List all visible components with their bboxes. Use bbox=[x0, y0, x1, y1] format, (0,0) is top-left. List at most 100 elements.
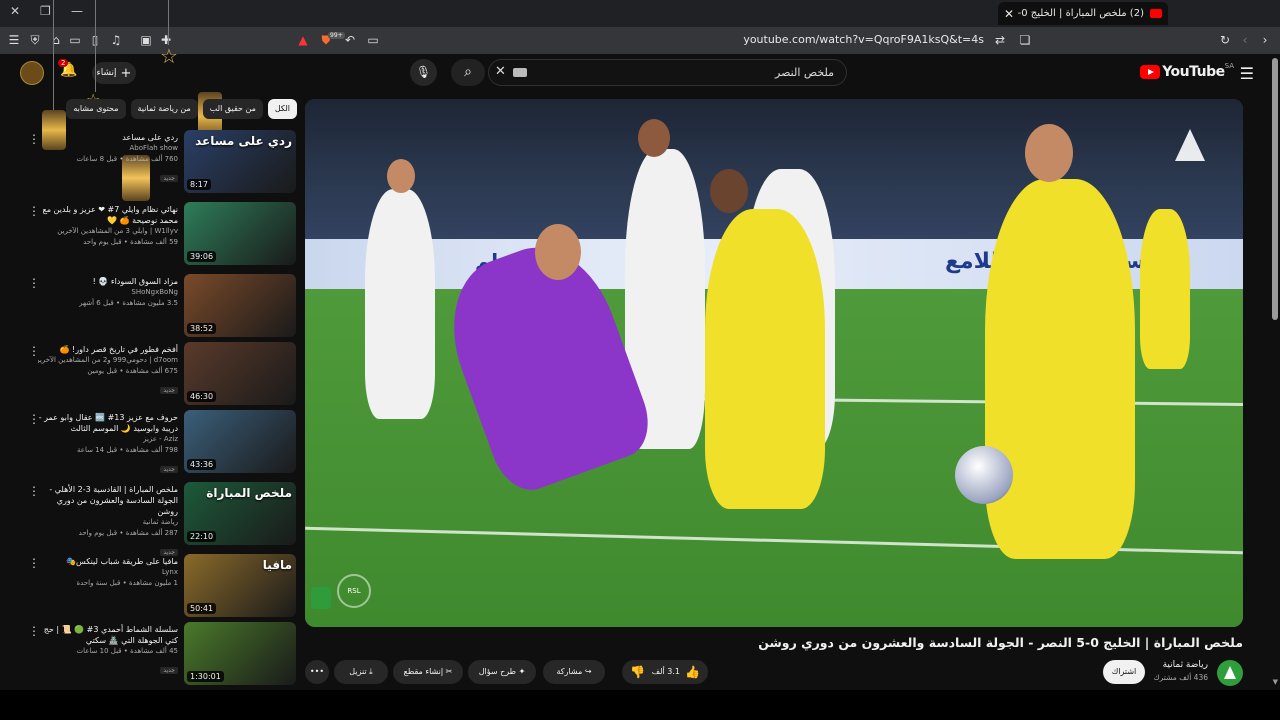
channel-name[interactable]: W1llyv | وايلي 3 من المشاهدين الآخرين bbox=[38, 226, 178, 237]
page-scrollbar[interactable] bbox=[1272, 58, 1278, 320]
channel-name[interactable]: d7oom | دحومي999 و2 من المشاهدين الآخرين bbox=[38, 355, 178, 366]
more-options-icon[interactable]: ⋮ bbox=[28, 556, 40, 570]
recommendation-item[interactable]: 38:52 مزاد السوق السوداء 💀 ! SHoNgxBoNg 3.5… bbox=[22, 274, 296, 338]
minimize-window-icon[interactable]: — bbox=[71, 4, 83, 18]
dislike-icon[interactable]: 👎 bbox=[630, 660, 645, 684]
bookmark-icon[interactable]: ❏ bbox=[1017, 32, 1033, 48]
video-thumbnail[interactable]: 46:30 bbox=[184, 342, 296, 405]
more-options-icon[interactable]: ⋮ bbox=[28, 204, 40, 218]
reload-icon[interactable]: ↻ bbox=[1217, 32, 1233, 48]
tab-icon[interactable]: ▭ bbox=[67, 32, 83, 48]
video-title[interactable]: مزاد السوق السوداء 💀 ! bbox=[38, 276, 178, 287]
cast-icon[interactable]: ▭ bbox=[365, 32, 381, 48]
channel-name[interactable]: AboFlah show bbox=[38, 143, 178, 154]
video-title[interactable]: ملخص المباراة | القادسية 3-2 الأهلي - ال… bbox=[38, 484, 178, 517]
search-button[interactable]: ⌕ bbox=[451, 59, 485, 86]
notifications-button[interactable]: 🔔 2 bbox=[58, 59, 77, 78]
subscribe-button[interactable]: اشتراك bbox=[1103, 660, 1145, 684]
video-player[interactable]: الإسم العقاري اللامع حياتك تعلم RSL bbox=[305, 99, 1243, 627]
site-settings-icon[interactable]: ⇄ bbox=[992, 32, 1008, 48]
video-thumbnail[interactable]: ردي على مساعد 8:17 bbox=[184, 130, 296, 193]
back-icon[interactable]: › bbox=[1257, 32, 1273, 48]
channel-name[interactable]: Lynx bbox=[38, 567, 178, 578]
video-thumbnail[interactable]: مافيا 50:41 bbox=[184, 554, 296, 617]
recommendation-item[interactable]: ردي على مساعد 8:17 ردي على مساعد AboFlah sh… bbox=[22, 130, 296, 194]
close-tab-icon[interactable]: ✕ bbox=[1004, 7, 1014, 21]
video-title[interactable]: مافيا على طريقة شباب لينكس🎭 bbox=[38, 556, 178, 567]
view-count: 59 ألف مشاهدة bbox=[130, 238, 178, 246]
more-options-icon[interactable]: ⋮ bbox=[28, 412, 40, 426]
download-button[interactable]: ⤓ تنزيل bbox=[334, 660, 388, 684]
voice-search-button[interactable]: 🎙 bbox=[410, 59, 437, 86]
more-options-icon[interactable]: ⋮ bbox=[28, 484, 40, 498]
scroll-up-icon[interactable]: ▲ bbox=[1273, 57, 1278, 65]
rsl-logo: RSL bbox=[337, 574, 371, 608]
chip-channel[interactable]: من رياضة ثمانية bbox=[130, 99, 198, 119]
channel-name[interactable]: SHoNgxBoNg bbox=[38, 287, 178, 298]
create-button[interactable]: إنشاء + bbox=[92, 62, 136, 84]
more-options-icon[interactable]: ⋮ bbox=[28, 132, 40, 146]
share-button[interactable]: ↪ مشاركة bbox=[543, 660, 605, 684]
clear-search-icon[interactable]: ✕ bbox=[495, 64, 506, 79]
undo-icon[interactable]: ↶ bbox=[342, 32, 358, 48]
scroll-down-icon[interactable]: ▼ bbox=[1273, 678, 1278, 686]
channel-avatar[interactable] bbox=[1217, 660, 1243, 686]
video-title[interactable]: ردي على مساعد bbox=[38, 132, 178, 143]
shield-icon[interactable]: ⛨ bbox=[27, 32, 43, 48]
upload-age: قبل يوم واحد bbox=[83, 238, 122, 246]
view-count: 287 ألف مشاهدة bbox=[125, 529, 178, 537]
channel-name[interactable]: رياضة ثمانية bbox=[38, 517, 178, 528]
video-meta: ملخص المباراة | القادسية 3-2 الأهلي - ال… bbox=[38, 484, 178, 558]
star-ornament-icon: ☆ bbox=[160, 44, 178, 68]
like-icon[interactable]: 👍 bbox=[685, 660, 700, 684]
keyboard-icon[interactable] bbox=[513, 68, 527, 77]
search-input[interactable]: ملخص النصر ✕ bbox=[488, 59, 847, 86]
video-title[interactable]: سلسلة الشماط أحمدي 3# 🟢 📜 | حج كتي الجوه… bbox=[38, 624, 178, 646]
account-avatar[interactable] bbox=[20, 61, 44, 85]
more-options-icon[interactable]: ⋮ bbox=[28, 624, 40, 638]
video-thumbnail[interactable]: ملخص المباراة 22:10 bbox=[184, 482, 296, 545]
video-thumbnail[interactable]: 39:06 bbox=[184, 202, 296, 265]
recommendation-item[interactable]: مافيا 50:41 مافيا على طريقة شباب لينكس🎭 Lyn… bbox=[22, 554, 296, 618]
more-options-icon[interactable]: ⋮ bbox=[28, 276, 40, 290]
browser-tab[interactable]: (2) ملخص المباراة | الخليج 0-5 ا... ✕ bbox=[998, 2, 1168, 25]
more-options-icon[interactable]: ⋮ bbox=[28, 344, 40, 358]
clip-button[interactable]: ✂ إنشاء مقطع bbox=[393, 660, 463, 684]
video-thumbnail[interactable]: 43:36 bbox=[184, 410, 296, 473]
chip-all[interactable]: الكل bbox=[267, 99, 297, 119]
video-title[interactable]: نهائي نظام وايلي 7# ❤ عزيز و بلدين مع مح… bbox=[38, 204, 178, 226]
channel-name[interactable]: Aziz - عزيز bbox=[38, 434, 178, 445]
recommendation-item[interactable]: 43:36 حروف مع عزيز 13# 🔤 عقال وابو عمر - … bbox=[22, 410, 296, 474]
tag-icon[interactable]: ⌂ bbox=[48, 32, 64, 48]
video-thumbnail[interactable]: 1:30:01 bbox=[184, 622, 296, 685]
address-bar[interactable]: youtube.com/watch?v=QqroF9A1ksQ&t=4s bbox=[700, 33, 984, 46]
ask-button[interactable]: ✦ طرح سؤال bbox=[468, 660, 536, 684]
media-icon[interactable]: ▣ bbox=[138, 32, 154, 48]
menu-icon[interactable]: ☰ bbox=[6, 32, 22, 48]
chip-related-1[interactable]: من حقيق الب bbox=[202, 99, 263, 119]
channel-name[interactable]: رياضة ثمانية bbox=[1153, 660, 1208, 670]
more-actions-button[interactable]: ••• bbox=[305, 660, 329, 684]
recommendation-item[interactable]: ملخص المباراة 22:10 ملخص المباراة | القادس… bbox=[22, 482, 296, 556]
video-thumbnail[interactable]: 38:52 bbox=[184, 274, 296, 337]
chip-similar[interactable]: محتوى مشابه bbox=[66, 99, 126, 119]
guide-menu-icon[interactable]: ☰ bbox=[1240, 64, 1254, 83]
brave-rewards-icon[interactable]: ▲ bbox=[295, 32, 311, 48]
video-title[interactable]: حروف مع عزيز 13# 🔤 عقال وابو عمر - دريبة… bbox=[38, 412, 178, 434]
recommendation-item[interactable]: 39:06 نهائي نظام وايلي 7# ❤ عزيز و بلدين … bbox=[22, 202, 296, 266]
forward-icon[interactable]: ‹ bbox=[1237, 32, 1253, 48]
close-window-icon[interactable]: ✕ bbox=[10, 4, 20, 18]
recommendation-item[interactable]: 1:30:01 سلسلة الشماط أحمدي 3# 🟢 📜 | حج كت… bbox=[22, 622, 296, 686]
channel-info[interactable]: رياضة ثمانية 436 ألف مشترك bbox=[1153, 660, 1208, 682]
youtube-play-icon bbox=[1140, 65, 1161, 79]
download-icon: ⤓ bbox=[369, 667, 373, 676]
music-icon[interactable]: ♫ bbox=[108, 32, 124, 48]
view-count: 1 مليون مشاهدة bbox=[128, 579, 178, 587]
youtube-logo[interactable]: YouTube SA bbox=[1140, 62, 1234, 80]
football bbox=[955, 446, 1013, 504]
recommendation-item[interactable]: 46:30 أفخم فطور في تاريخ قصر داور! 🍊 d7oom… bbox=[22, 342, 296, 406]
restore-window-icon[interactable]: ❐ bbox=[40, 4, 51, 18]
browser-tab-bar: ✕ ❐ — + (2) ملخص المباراة | الخليج 0-5 ا… bbox=[0, 0, 1280, 27]
view-count: 798 ألف مشاهدة bbox=[125, 446, 178, 454]
video-title[interactable]: أفخم فطور في تاريخ قصر داور! 🍊 bbox=[38, 344, 178, 355]
